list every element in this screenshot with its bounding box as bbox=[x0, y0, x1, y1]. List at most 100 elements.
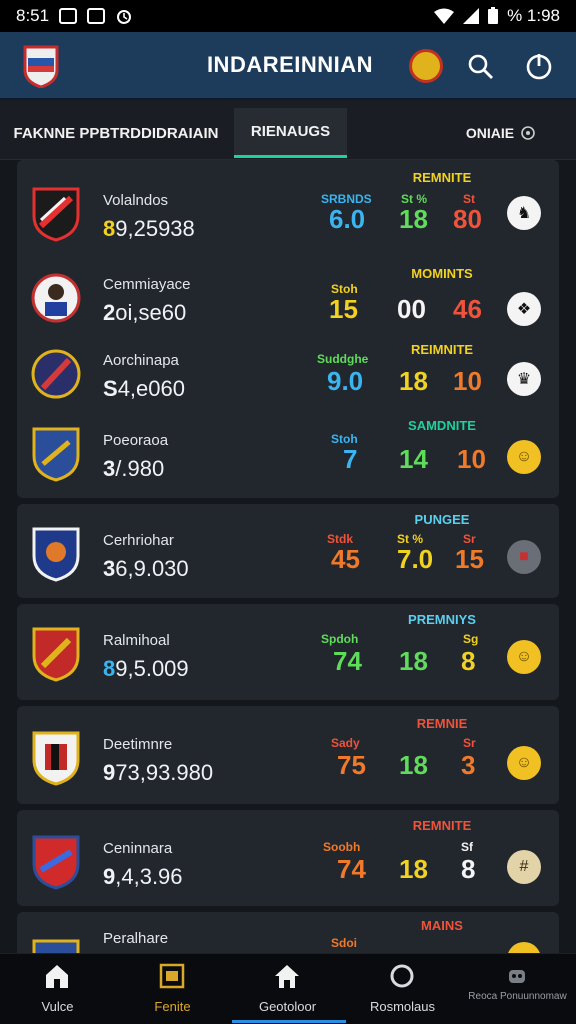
nav-active-indicator bbox=[232, 1020, 346, 1023]
horse-icon[interactable]: ♞ bbox=[507, 196, 541, 230]
wifi-icon bbox=[434, 8, 455, 24]
team-value: 89,5.009 bbox=[103, 656, 189, 681]
stat-value: 74 bbox=[333, 646, 362, 676]
club-crest-icon bbox=[32, 187, 80, 242]
team-value: 9,4,3.96 bbox=[103, 864, 183, 889]
nav-label: Rosmolaus bbox=[369, 999, 436, 1014]
house-icon bbox=[275, 965, 299, 988]
club-crest-icon bbox=[32, 731, 80, 786]
search-icon[interactable] bbox=[466, 52, 494, 80]
power-icon[interactable] bbox=[524, 51, 554, 81]
alarm-icon bbox=[117, 10, 132, 24]
stat-value: 18 bbox=[399, 854, 428, 884]
team-name: Cerhriohar bbox=[103, 532, 174, 549]
list-item[interactable]: Cerhriohar 36,9.030 PUNGEE Stdk 45 St % … bbox=[17, 512, 559, 594]
stat-value: 14 bbox=[399, 444, 428, 474]
list-item[interactable]: Volalndos 89,25938 REMNITE SRBNDS 6.0 St… bbox=[17, 170, 559, 254]
smile-icon[interactable]: ☺ bbox=[507, 746, 541, 780]
stat-label: Sdoi bbox=[331, 936, 357, 950]
row-header: SAMDNITE bbox=[408, 418, 476, 433]
team-value: 89,25938 bbox=[103, 216, 195, 241]
k-icon bbox=[87, 8, 106, 24]
list-item[interactable]: Peralhare MAINS Sdoi ☺ bbox=[17, 918, 559, 953]
stat-value: 18 bbox=[399, 750, 428, 780]
stat-value: 8 bbox=[461, 646, 476, 676]
stat-value: 7.0 bbox=[397, 544, 434, 574]
team-name: Deetimnre bbox=[103, 736, 173, 753]
stat-value: 9.0 bbox=[327, 366, 364, 396]
smile-icon[interactable]: ☺ bbox=[507, 640, 541, 674]
stat-value: 46 bbox=[453, 294, 482, 324]
club-crest-icon bbox=[31, 349, 81, 399]
stat-value: 3 bbox=[461, 750, 476, 780]
boot-icon[interactable]: ❖ bbox=[507, 292, 541, 326]
stat-value: 10 bbox=[453, 366, 482, 396]
team-name: Volalndos bbox=[103, 192, 169, 209]
stat-value: 18 bbox=[399, 366, 428, 396]
row-header: REIMNITE bbox=[410, 342, 474, 357]
stat-value: 15 bbox=[329, 294, 358, 324]
hash-icon[interactable]: # bbox=[507, 850, 541, 884]
nav-item-geotoloor[interactable]: Geotoloor bbox=[230, 954, 345, 1024]
stat-value: 80 bbox=[453, 204, 482, 234]
stat-value: 10 bbox=[457, 444, 486, 474]
club-crest-icon bbox=[32, 939, 80, 953]
stat-value: 18 bbox=[399, 646, 428, 676]
tab-right-label: ONIAIE bbox=[465, 125, 515, 141]
team-name: Peralhare bbox=[103, 930, 169, 947]
team-name: Ceninnara bbox=[103, 840, 173, 857]
status-battery: % 1:98 bbox=[507, 6, 560, 25]
team-name: Cemmiayace bbox=[103, 276, 191, 293]
stat-value: 8 bbox=[461, 854, 476, 884]
stat-value: 74 bbox=[337, 854, 366, 884]
nav-label: Fenite bbox=[154, 999, 191, 1014]
bottom-nav: Vulce Fenite Geotoloor Rosmolaus Reoca P… bbox=[0, 953, 576, 1024]
row-header: REMNITE bbox=[412, 170, 472, 185]
team-value: 36,9.030 bbox=[103, 556, 189, 581]
team-name: Aorchinapa bbox=[103, 352, 179, 369]
smile-icon[interactable]: ☺ bbox=[507, 440, 541, 474]
list-item[interactable]: Ceninnara 9,4,3.96 REMNITE Soobh 74 18 S… bbox=[17, 818, 559, 902]
app-bar: INDAREINNIAN bbox=[0, 32, 576, 100]
team-value: 3/.980 bbox=[103, 456, 165, 481]
club-crest-icon bbox=[32, 835, 80, 890]
badge-icon[interactable] bbox=[409, 49, 443, 83]
stat-value: 75 bbox=[337, 750, 366, 780]
smile-icon[interactable]: ☺ bbox=[507, 942, 541, 953]
nav-item-rosmolaus[interactable]: Rosmolaus bbox=[345, 954, 460, 1024]
shield-logo[interactable] bbox=[22, 44, 60, 88]
list-item[interactable]: Deetimnre 973,93.980 REMNIE Sady 75 18 S… bbox=[17, 716, 559, 798]
row-header: PREMNIYS bbox=[408, 612, 476, 627]
tab-right[interactable]: ONIAIE bbox=[446, 108, 556, 158]
gallery-icon bbox=[59, 8, 78, 24]
club-crest-icon bbox=[31, 273, 81, 323]
stat-value: 45 bbox=[331, 544, 360, 574]
info-icon bbox=[521, 126, 535, 140]
row-header: MOMINTS bbox=[411, 266, 473, 281]
nav-item-robot[interactable]: Reoca Ponuunnomaw bbox=[460, 954, 575, 1024]
club-crest-icon bbox=[32, 527, 80, 582]
club-crest-icon bbox=[32, 627, 80, 682]
stat-label: Soobh bbox=[323, 840, 361, 854]
nav-item-fenite[interactable]: Fenite bbox=[115, 954, 230, 1024]
tab-active[interactable]: RIENAUGS bbox=[234, 108, 347, 158]
list-item[interactable]: Poeoraoa 3/.980 SAMDNITE Stoh 7 14 10 ☺ bbox=[17, 412, 559, 494]
shoe-icon[interactable]: ♛ bbox=[507, 362, 541, 396]
stat-label: Sf bbox=[461, 840, 473, 854]
list-item[interactable]: Aorchinapa S4,e060 REIMNITE Suddghe 9.0 … bbox=[17, 332, 559, 414]
nav-item-home[interactable]: Vulce bbox=[0, 954, 115, 1024]
team-name: Poeoraoa bbox=[103, 432, 169, 449]
stat-value: 18 bbox=[399, 204, 428, 234]
team-value: S4,e060 bbox=[103, 376, 185, 401]
ring-icon bbox=[390, 964, 414, 988]
list-item[interactable]: Ralmihoal 89,5.009 PREMNIYS Spdoh 74 18 … bbox=[17, 612, 559, 694]
tab-main[interactable]: FAKNNE PPBTRDDIDRAIAIN bbox=[0, 108, 232, 158]
stat-label: Spdoh bbox=[321, 632, 359, 646]
team-name: Ralmihoal bbox=[103, 632, 170, 649]
list-item[interactable]: Cemmiayace 2oi,se60 MOMINTS Stoh 15 00 4… bbox=[17, 256, 559, 338]
status-time: 8:51 bbox=[16, 6, 50, 25]
home-icon bbox=[46, 965, 68, 988]
stat-label: Sr bbox=[463, 736, 476, 750]
nav-label: Reoca Ponuunnomaw bbox=[468, 991, 567, 1002]
flag-icon[interactable]: ■ bbox=[507, 540, 541, 574]
